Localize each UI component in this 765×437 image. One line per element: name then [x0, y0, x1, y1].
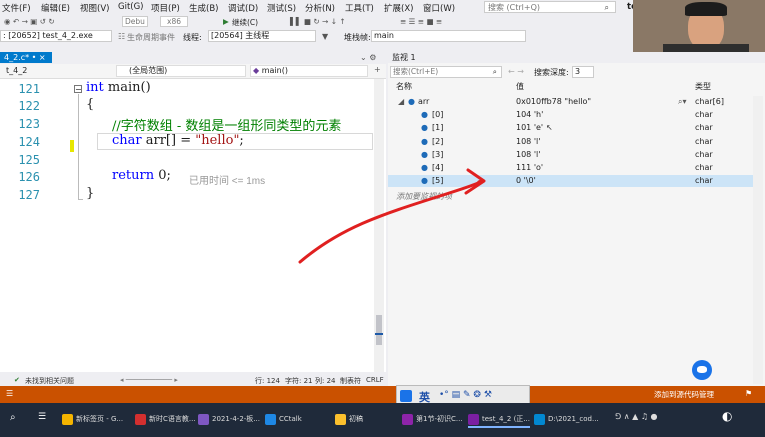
- cc-watermark-icon: ◐: [722, 409, 733, 423]
- tray-icons[interactable]: ⅁ ∧ ▲ ♫ ●: [615, 412, 658, 421]
- explorer-icon: [534, 413, 545, 425]
- ime-tools-icons[interactable]: •° ▤ ✎ ❂ ⚒: [439, 390, 492, 400]
- windows-taskbar: ⌕ ☰ 新标签页 - G... 新时C语言教... 2021-4-2-板... …: [0, 403, 765, 437]
- annotation-arrowhead: [464, 168, 486, 195]
- taskbar-label: CCtalk: [279, 415, 302, 423]
- taskbar-item[interactable]: 2021-4-2-板...: [198, 412, 260, 426]
- chat-bubble-icon[interactable]: [692, 360, 712, 380]
- annotation-stroke: [298, 179, 484, 264]
- notification-icon[interactable]: ⚑: [745, 389, 752, 398]
- app-icon: [198, 413, 209, 425]
- status-icon: ☰: [6, 389, 14, 398]
- search-icon[interactable]: ⌕: [10, 412, 16, 423]
- taskbar-label: test_4_2 (正...: [482, 415, 530, 423]
- taskbar-label: 第1节-初识C...: [416, 415, 463, 423]
- add-source-control[interactable]: 添加到源代码管理: [654, 389, 714, 400]
- taskbar-item[interactable]: 新时C语言教...: [135, 412, 196, 426]
- taskbar-item[interactable]: 新标签页 - G...: [62, 412, 123, 426]
- ime-logo-icon: [400, 390, 412, 402]
- taskbar-item[interactable]: CCtalk: [265, 412, 302, 426]
- taskbar-item[interactable]: D:\2021_cod...: [534, 412, 599, 426]
- red-annotation-arrow: [298, 168, 486, 264]
- visual-studio-icon: [402, 413, 413, 425]
- vs-status-bar: ☰ 添加到源代码管理 ⚑: [0, 386, 765, 403]
- taskbar-item[interactable]: 初稿: [335, 412, 363, 426]
- taskbar-label: 新时C语言教...: [149, 415, 196, 423]
- taskbar-label: 2021-4-2-板...: [212, 415, 260, 423]
- folder-icon: [335, 413, 346, 425]
- taskbar-label: 新标签页 - G...: [76, 415, 124, 423]
- taskbar-item[interactable]: 第1节-初识C...: [402, 412, 463, 426]
- cctalk-icon: [265, 413, 276, 425]
- app-icon: [135, 413, 146, 425]
- taskbar-label: D:\2021_cod...: [548, 415, 599, 423]
- taskbar-item-active[interactable]: test_4_2 (正...: [468, 412, 530, 428]
- chrome-icon: [62, 413, 73, 425]
- chat-bubble-inner: [697, 366, 707, 373]
- taskbar-label: 初稿: [349, 415, 363, 423]
- visual-studio-icon: [468, 413, 479, 425]
- task-view-icon[interactable]: ☰: [38, 412, 46, 422]
